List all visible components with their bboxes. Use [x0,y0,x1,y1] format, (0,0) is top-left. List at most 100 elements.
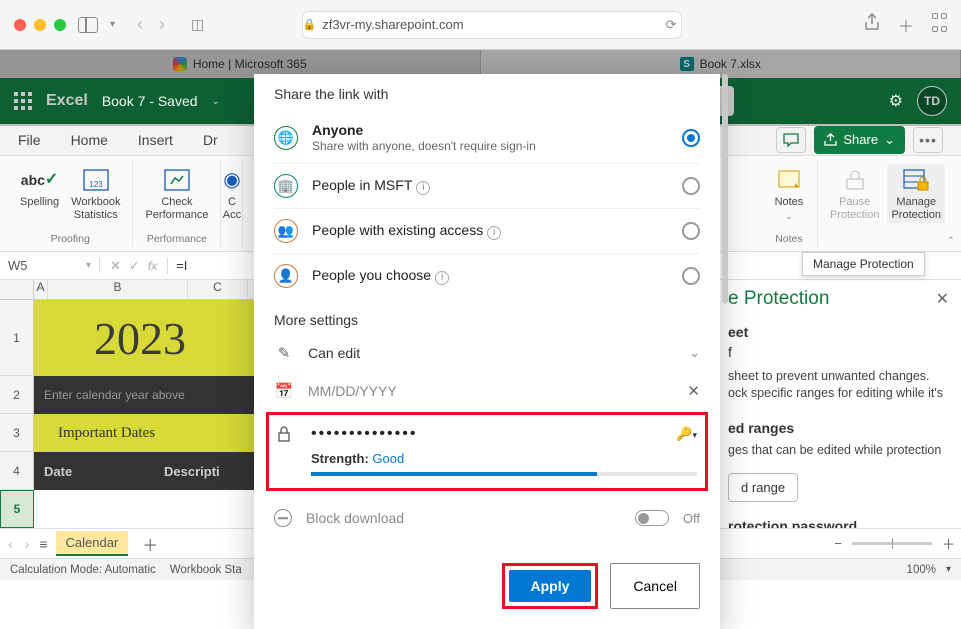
panel-subtitle: ed ranges [728,420,949,436]
expiry-date-input[interactable]: 📅 MM/DD/YYYY ✕ [254,372,720,410]
formula-input[interactable]: =I [168,258,195,273]
toggle-off[interactable] [635,510,669,526]
tooltip: Manage Protection [802,252,925,276]
clear-date-icon[interactable]: ✕ [687,382,700,400]
block-icon [274,509,292,527]
zoom-slider[interactable] [852,542,932,545]
ribbon-tab-insert[interactable]: Insert [138,132,173,148]
minimize-window[interactable] [34,19,46,31]
document-name[interactable]: Book 7 - Saved [102,93,198,109]
protection-panel: e Protection ✕ eet f sheet to prevent un… [715,280,961,528]
person-add-icon: 👤 [274,264,298,288]
chevron-down-icon[interactable]: ⌄ [212,96,220,107]
add-sheet-icon[interactable]: ＋ [136,532,164,556]
row-header[interactable]: 2 [0,376,34,414]
settings-icon[interactable]: ⚙ [889,91,903,111]
panel-description: sheet to prevent unwanted changes. ock s… [728,368,949,402]
manage-protection-button[interactable]: Manage Protection [887,164,945,223]
permission-dropdown[interactable]: ✎ Can edit ⌄ [254,334,720,372]
cancel-formula-icon[interactable]: ✕ [110,258,121,274]
forward-button[interactable]: › [159,14,165,35]
lock-icon: 🔒 [303,18,317,31]
more-button[interactable]: ••• [913,127,943,153]
zoom-in-icon[interactable]: ＋ [942,534,955,553]
ribbon-tab-file[interactable]: File [18,132,41,148]
sheet-tab-calendar[interactable]: Calendar [56,531,129,556]
ribbon-tab-draw[interactable]: Dr [203,132,218,148]
share-button[interactable]: Share ⌄ [814,126,905,154]
password-section: 🔑▾ Strength: Good [266,412,708,491]
spelling-button[interactable]: abc✓ Spelling [16,164,63,211]
row-header[interactable]: 1 [0,300,34,376]
row-header[interactable]: 3 [0,414,34,452]
avatar[interactable]: TD [917,86,947,116]
zoom-out-icon[interactable]: − [834,536,842,551]
info-icon[interactable]: i [487,226,501,240]
app-launcher-icon[interactable] [14,92,32,110]
ribbon-tab-home[interactable]: Home [71,132,108,148]
collapse-ribbon-icon[interactable]: ⌃ [947,236,955,247]
fx-icon[interactable]: fx [148,259,157,273]
prev-sheet-icon[interactable]: ‹ [6,536,15,552]
close-window[interactable] [14,19,26,31]
radio[interactable] [682,222,700,240]
share-option-msft[interactable]: 🏢 People in MSFTi [254,164,720,208]
apply-button[interactable]: Apply [509,570,592,602]
share-settings-dialog: Share the link with 🌐 Anyone Share with … [254,74,720,629]
radio[interactable] [682,177,700,195]
ribbon-group-label: Proofing [51,233,90,247]
reload-icon[interactable]: ⟳ [666,17,677,33]
chevron-down-icon[interactable]: ▾ [110,19,115,30]
chevron-down-icon: ▾ [86,260,91,271]
name-box[interactable]: W5 ▾ [0,258,100,273]
password-input[interactable] [311,425,662,443]
more-settings-title: More settings [254,298,720,334]
pause-protection-button: Pause Protection [826,164,884,223]
block-download-toggle[interactable]: Block download Off [254,497,720,539]
row-header[interactable]: 4 [0,452,34,490]
cancel-button[interactable]: Cancel [610,563,700,609]
address-bar[interactable]: 🔒 zf3vr-my.sharepoint.com ⟳ [302,11,682,39]
check-performance-button[interactable]: Check Performance [141,164,212,223]
all-sheets-icon[interactable]: ≡ [39,536,47,552]
share-option-anyone[interactable]: 🌐 Anyone Share with anyone, doesn't requ… [254,112,720,163]
close-panel-icon[interactable]: ✕ [936,289,949,309]
workbook-stats-button[interactable]: 123 Workbook Statistics [67,164,124,223]
radio-checked[interactable] [682,129,700,147]
scrollbar[interactable] [722,74,728,304]
svg-text:123: 123 [89,180,103,189]
accessibility-button[interactable]: ◉ C Acc [221,164,243,223]
tab-overview-icon[interactable] [932,13,947,37]
notes-button[interactable]: Notes ⌄ [769,164,809,223]
new-tab-icon[interactable]: ＋ [898,13,914,37]
share-icon[interactable] [864,13,880,37]
info-icon[interactable]: i [435,271,449,285]
share-option-choose[interactable]: 👤 People you choosei [254,254,720,298]
maximize-window[interactable] [54,19,66,31]
globe-icon: 🌐 [274,126,298,150]
info-icon[interactable]: i [416,181,430,195]
column-header[interactable]: A [34,280,48,299]
panel-title: e Protection [728,288,829,310]
radio[interactable] [682,267,700,285]
chevron-down-icon[interactable]: ▾ [946,564,951,575]
browser-chrome: ▾ ‹ › ◫ 🔒 zf3vr-my.sharepoint.com ⟳ ＋ [0,0,961,50]
chevron-down-icon: ⌄ [884,132,895,148]
chevron-down-icon: ⌄ [785,211,793,221]
calc-mode: Calculation Mode: Automatic [10,564,156,576]
share-option-existing[interactable]: 👥 People with existing accessi [254,209,720,253]
m365-icon [173,57,187,71]
back-button[interactable]: ‹ [137,14,143,35]
sidebar-toggle-icon[interactable] [78,17,98,33]
select-all-corner[interactable] [0,280,34,299]
accept-formula-icon[interactable]: ✓ [129,258,140,274]
column-header[interactable]: C [188,280,248,299]
add-range-button[interactable]: d range [728,473,798,502]
shield-icon[interactable]: ◫ [191,16,204,33]
strength-value: Good [372,451,404,466]
key-icon[interactable]: 🔑▾ [676,426,697,442]
next-sheet-icon[interactable]: › [23,536,32,552]
comments-button[interactable] [776,127,806,153]
column-header[interactable]: B [48,280,188,299]
row-header[interactable]: 5 [0,490,34,528]
